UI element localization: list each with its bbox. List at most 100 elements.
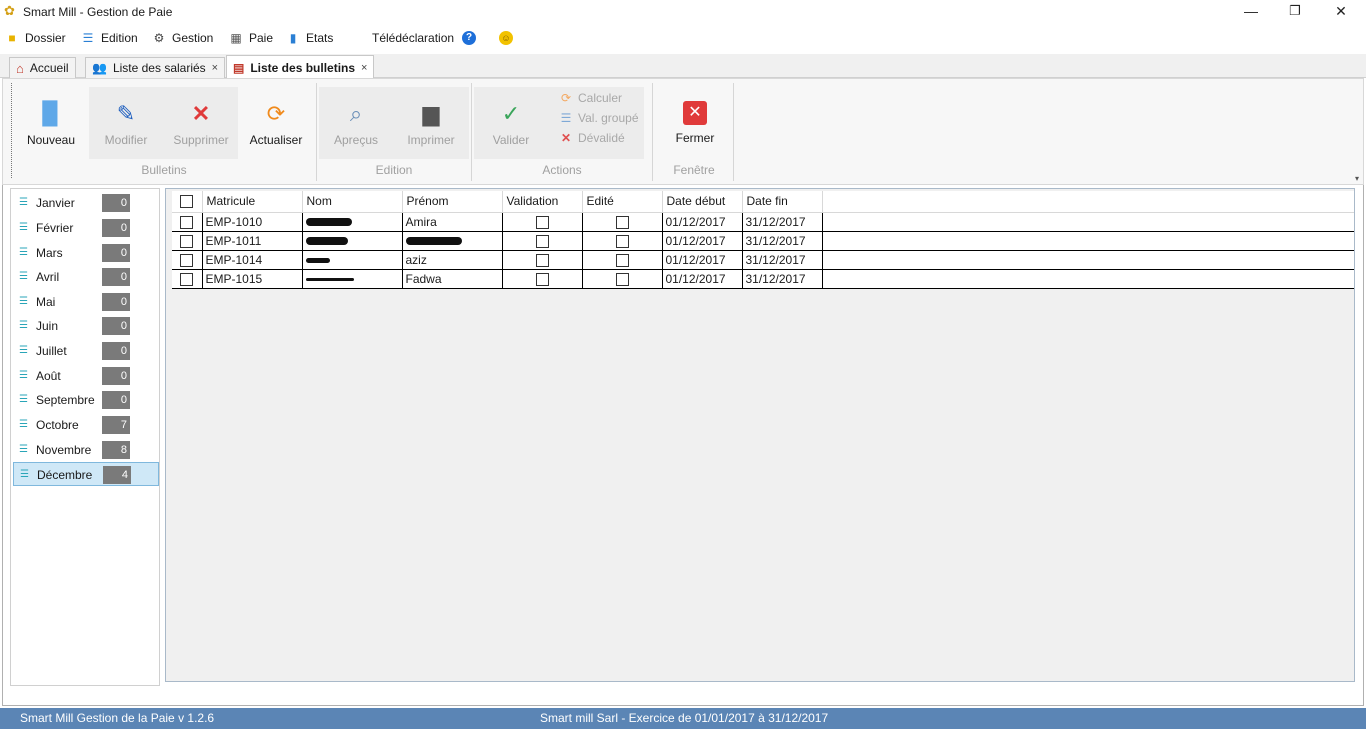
month-item-mars[interactable]: ☰ Mars 0	[13, 241, 159, 265]
cell-edite[interactable]	[582, 212, 663, 232]
title-bar: ✿ Smart Mill - Gestion de Paie — ❐ ✕	[0, 0, 1366, 24]
count-badge: 4	[103, 466, 131, 484]
cell-validation[interactable]	[502, 250, 583, 270]
refresh-icon: ⟳	[266, 101, 286, 126]
ribbon-grip[interactable]	[11, 83, 13, 178]
cell-nom	[302, 231, 403, 251]
tab-accueil[interactable]: ⌂ Accueil	[9, 57, 76, 78]
menu-etats[interactable]: ▮ Etats	[286, 29, 334, 47]
list-icon: ☰	[19, 394, 28, 405]
cell-edite[interactable]	[582, 231, 663, 251]
column-header-prenom[interactable]: Prénom	[402, 191, 503, 213]
row-checkbox[interactable]	[180, 215, 194, 229]
table-row[interactable]: EMP-1015 Fadwa 01/12/2017 31/12/2017	[172, 269, 1354, 289]
fermer-button[interactable]: ✕ Fermer	[660, 101, 730, 153]
cell-matricule: EMP-1014	[202, 250, 303, 270]
redacted-text	[305, 277, 354, 281]
column-header-matricule[interactable]: Matricule	[202, 191, 303, 213]
validation-checkbox[interactable]	[535, 234, 549, 248]
select-all-checkbox-header[interactable]	[172, 191, 203, 213]
apercus-button[interactable]: ⌕ Apreçus	[321, 101, 391, 153]
cell-validation[interactable]	[502, 212, 583, 232]
column-header-date-fin[interactable]: Date fin	[742, 191, 823, 213]
month-item-janvier[interactable]: ☰ Janvier 0	[13, 191, 159, 215]
devalide-button[interactable]: ✕ Dévalidé	[559, 129, 625, 147]
group-separator	[652, 83, 653, 181]
tab-liste-bulletins[interactable]: ▤ Liste des bulletins ×	[226, 55, 375, 79]
menu-gestion[interactable]: ⚙ Gestion	[152, 29, 214, 47]
calculer-button[interactable]: ⟳ Calculer	[559, 89, 622, 107]
table-row[interactable]: EMP-1011 01/12/2017 31/12/2017	[172, 231, 1354, 251]
tab-close-icon[interactable]: ×	[212, 62, 218, 74]
edite-checkbox[interactable]	[615, 234, 629, 248]
cell-validation[interactable]	[502, 269, 583, 289]
row-select-cell[interactable]	[172, 212, 203, 232]
month-item-octobre[interactable]: ☰ Octobre 7	[13, 413, 159, 437]
column-header-edite[interactable]: Edité	[582, 191, 663, 213]
menu-help[interactable]: ?	[462, 29, 476, 47]
validation-checkbox[interactable]	[535, 215, 549, 229]
list-icon: ☰	[19, 247, 28, 258]
validation-checkbox[interactable]	[535, 272, 549, 286]
tab-close-icon[interactable]: ×	[361, 62, 367, 74]
users-icon: 👥	[92, 61, 107, 75]
month-item-decembre[interactable]: ☰ Décembre 4	[13, 462, 159, 486]
menu-paie[interactable]: ▦ Paie	[229, 29, 273, 47]
redacted-text	[405, 237, 462, 246]
ribbon-expand-icon[interactable]: ▾	[1355, 174, 1359, 183]
table-row[interactable]: EMP-1010 Amira 01/12/2017 31/12/2017	[172, 212, 1354, 232]
column-header-nom[interactable]: Nom	[302, 191, 403, 213]
menu-dossier[interactable]: ■ Dossier	[5, 29, 65, 47]
row-select-cell[interactable]	[172, 250, 203, 270]
bulletins-grid-area: Matricule Nom Prénom Validation Edité Da…	[165, 188, 1355, 682]
status-version: Smart Mill Gestion de la Paie v 1.2.6	[20, 711, 215, 725]
edite-checkbox[interactable]	[615, 215, 629, 229]
valider-button[interactable]: ✓ Valider	[476, 101, 546, 153]
edite-checkbox[interactable]	[615, 253, 629, 267]
row-select-cell[interactable]	[172, 231, 203, 251]
val-groupe-button[interactable]: ☰ Val. groupé	[559, 109, 639, 127]
month-item-mai[interactable]: ☰ Mai 0	[13, 290, 159, 314]
cell-date-fin: 31/12/2017	[742, 231, 823, 251]
month-item-avril[interactable]: ☰ Avril 0	[13, 265, 159, 289]
imprimer-button[interactable]: ▆ Imprimer	[396, 101, 466, 153]
cell-edite[interactable]	[582, 269, 663, 289]
month-item-juillet[interactable]: ☰ Juillet 0	[13, 339, 159, 363]
help-icon: ?	[462, 31, 476, 45]
refresh-icon: ⟳	[560, 91, 572, 105]
actualiser-button[interactable]: ⟳ Actualiser	[241, 101, 311, 153]
cell-nom	[302, 212, 403, 232]
cell-validation[interactable]	[502, 231, 583, 251]
select-all-checkbox[interactable]	[180, 195, 194, 209]
column-header-validation[interactable]: Validation	[502, 191, 583, 213]
month-item-juin[interactable]: ☰ Juin 0	[13, 314, 159, 338]
menu-teledeclaration[interactable]: Télédéclaration	[372, 29, 454, 47]
preview-icon: ⌕	[349, 101, 363, 126]
month-item-aout[interactable]: ☰ Août 0	[13, 364, 159, 388]
count-badge: 0	[102, 219, 130, 237]
cell-prenom: aziz	[402, 250, 503, 270]
nouveau-button[interactable]: ▉ Nouveau	[16, 101, 86, 153]
menu-edition[interactable]: ☰ Edition	[81, 29, 138, 47]
column-header-date-debut[interactable]: Date début	[662, 191, 743, 213]
close-icon[interactable]: ✕	[1318, 0, 1364, 24]
row-checkbox[interactable]	[180, 234, 194, 248]
minimize-icon[interactable]: —	[1228, 0, 1274, 24]
month-item-novembre[interactable]: ☰ Novembre 8	[13, 438, 159, 462]
tab-liste-salaries[interactable]: 👥 Liste des salariés ×	[85, 57, 226, 78]
modifier-button[interactable]: ✎ Modifier	[91, 101, 161, 153]
edite-checkbox[interactable]	[615, 272, 629, 286]
validation-checkbox[interactable]	[535, 253, 549, 267]
list-icon: ☰	[19, 197, 28, 208]
menu-about[interactable]: ☺	[499, 29, 513, 47]
restore-icon[interactable]: ❐	[1272, 0, 1318, 24]
table-row[interactable]: EMP-1014 aziz 01/12/2017 31/12/2017	[172, 250, 1354, 270]
supprimer-button[interactable]: ✕ Supprimer	[166, 101, 236, 153]
smiley-icon: ☺	[499, 31, 513, 45]
row-checkbox[interactable]	[180, 253, 194, 267]
row-checkbox[interactable]	[180, 272, 194, 286]
cell-edite[interactable]	[582, 250, 663, 270]
month-item-septembre[interactable]: ☰ Septembre 0	[13, 388, 159, 412]
row-select-cell[interactable]	[172, 269, 203, 289]
month-item-fevrier[interactable]: ☰ Février 0	[13, 216, 159, 240]
